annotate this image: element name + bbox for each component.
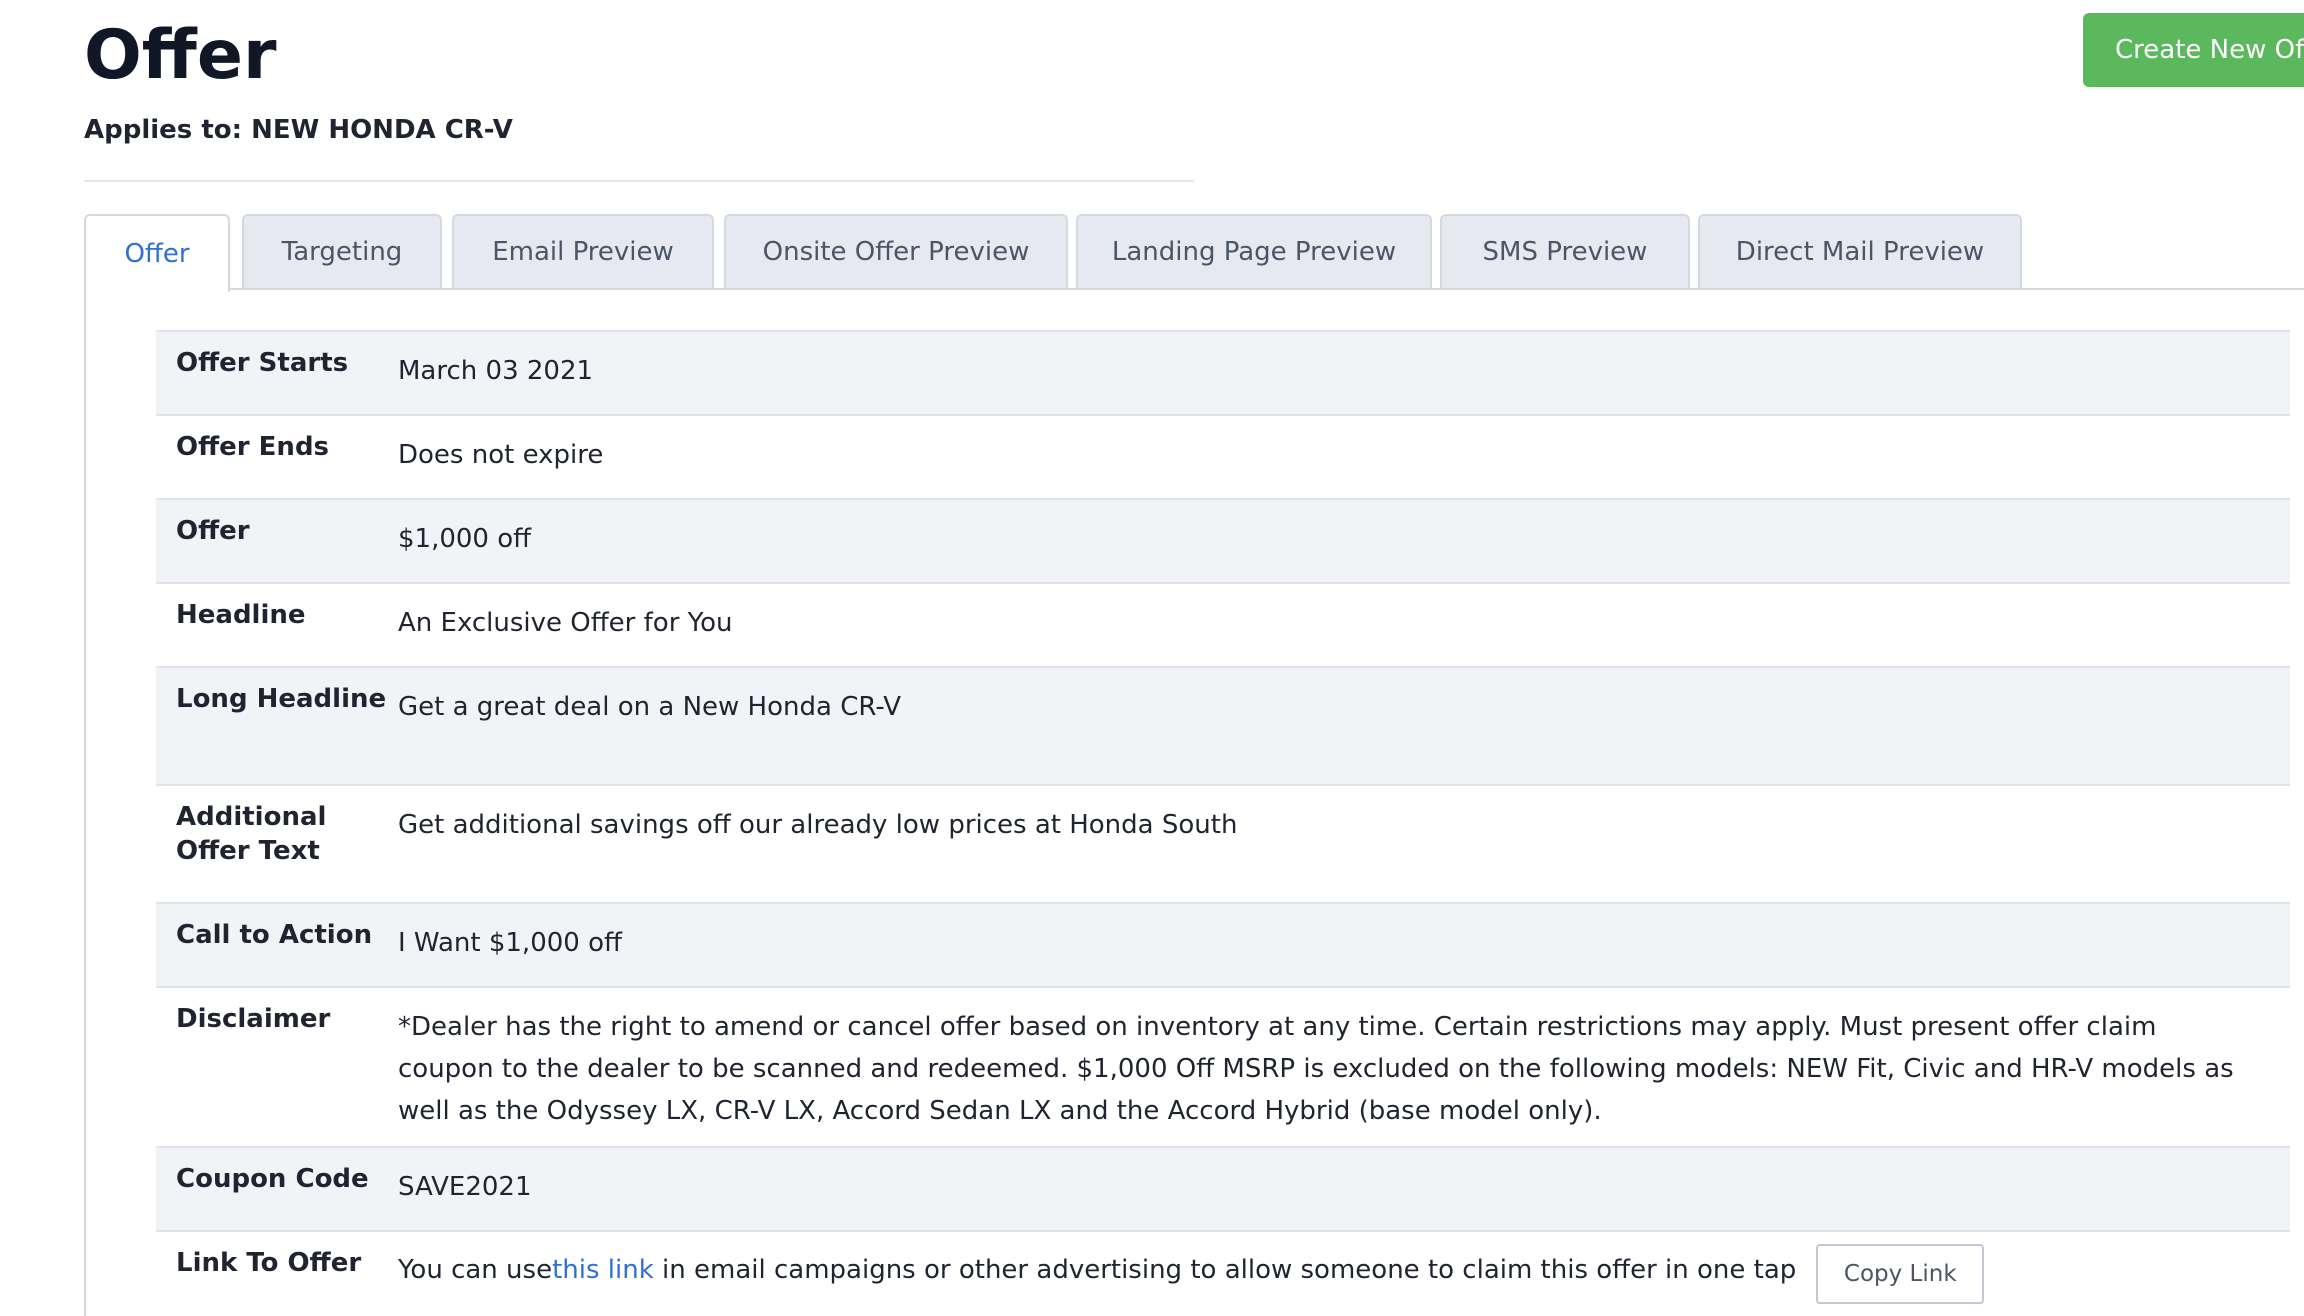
detail-label: Disclaimer — [176, 1004, 331, 1034]
detail-row-disclaimer: Disclaimer *Dealer has the right to amen… — [156, 986, 2290, 1146]
detail-label: Offer Starts — [176, 348, 349, 378]
link-text-before: You can use — [398, 1255, 553, 1285]
detail-row-offer-ends: Offer Ends Does not expire — [156, 414, 2290, 498]
detail-label: Coupon Code — [176, 1164, 369, 1194]
tab-sms-preview[interactable]: SMS Preview — [1440, 214, 1690, 288]
detail-label: Additional Offer Text — [176, 802, 327, 866]
tab-email-preview[interactable]: Email Preview — [452, 214, 714, 288]
detail-label: Link To Offer — [176, 1248, 362, 1278]
detail-row-offer: Offer $1,000 off — [156, 498, 2290, 582]
detail-row-long-headline: Long Headline Get a great deal on a New … — [156, 666, 2290, 784]
copy-link-button[interactable]: Copy Link — [1816, 1244, 1985, 1304]
tab-direct-mail-preview[interactable]: Direct Mail Preview — [1698, 214, 2022, 288]
create-new-offer-button[interactable]: Create New Offer — [2083, 13, 2304, 87]
link-row-content: You can use this link in email campaigns… — [398, 1232, 2290, 1314]
tab-onsite-offer-preview[interactable]: Onsite Offer Preview — [724, 214, 1068, 288]
detail-label: Offer Ends — [176, 432, 330, 462]
detail-value: Does not expire — [398, 440, 604, 470]
offer-details-table: Offer Starts March 03 2021 Offer Ends Do… — [156, 330, 2290, 1314]
link-text-after: in email campaigns or other advertising … — [653, 1255, 1797, 1285]
tab-bar: Offer Targeting Email Preview Onsite Off… — [84, 214, 2304, 292]
page-title: Offer — [84, 16, 277, 95]
detail-label: Offer — [176, 516, 250, 546]
detail-value: $1,000 off — [398, 524, 532, 554]
detail-label: Long Headline — [176, 684, 387, 714]
offer-link[interactable]: this link — [552, 1244, 654, 1291]
detail-row-additional-offer-text: Additional Offer Text Get additional sav… — [156, 784, 2290, 902]
detail-value: *Dealer has the right to amend or cancel… — [398, 1012, 2234, 1126]
tab-bar-underline — [84, 288, 2304, 290]
detail-value: March 03 2021 — [398, 356, 594, 386]
detail-value: SAVE2021 — [398, 1172, 532, 1202]
tab-landing-page-preview[interactable]: Landing Page Preview — [1076, 214, 1432, 288]
tab-offer[interactable]: Offer — [84, 214, 230, 292]
tab-panel-border — [84, 288, 86, 1316]
detail-value: An Exclusive Offer for You — [398, 608, 733, 638]
detail-label: Headline — [176, 600, 306, 630]
detail-value: Get additional savings off our already l… — [398, 810, 1238, 840]
detail-row-coupon-code: Coupon Code SAVE2021 — [156, 1146, 2290, 1230]
detail-label: Call to Action — [176, 920, 373, 950]
detail-row-headline: Headline An Exclusive Offer for You — [156, 582, 2290, 666]
detail-row-call-to-action: Call to Action I Want $1,000 off — [156, 902, 2290, 986]
detail-row-offer-starts: Offer Starts March 03 2021 — [156, 330, 2290, 414]
tab-targeting[interactable]: Targeting — [242, 214, 442, 288]
detail-value: Get a great deal on a New Honda CR-V — [398, 692, 902, 722]
applies-to-text: Applies to: NEW HONDA CR-V — [84, 115, 513, 145]
detail-value: I Want $1,000 off — [398, 928, 622, 958]
detail-row-link-to-offer: Link To Offer You can use this link in e… — [156, 1230, 2290, 1314]
header-divider — [84, 180, 1194, 182]
